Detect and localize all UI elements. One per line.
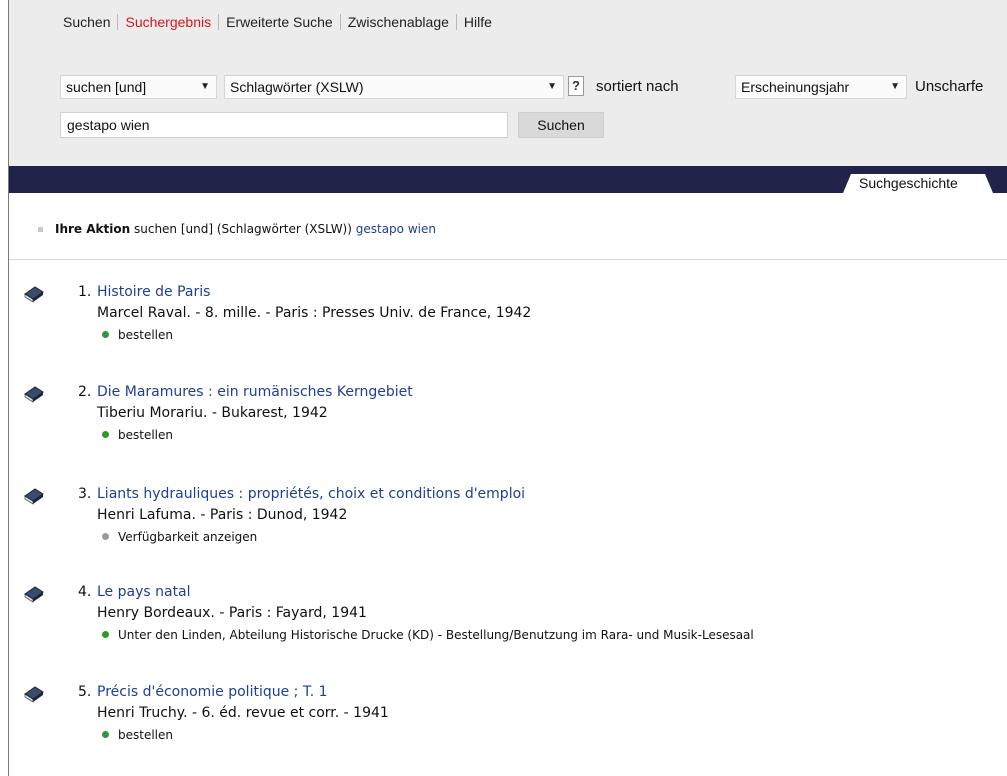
result-number: 1. — [78, 284, 92, 300]
result-title-link[interactable]: Histoire de Paris — [97, 284, 210, 300]
result-title-link[interactable]: Le pays natal — [97, 584, 191, 600]
search-button[interactable]: Suchen — [518, 112, 604, 138]
fuzzy-label: Unscharfe — [915, 78, 984, 95]
tab-suchen[interactable]: Suchen — [56, 14, 117, 30]
result-status-text: bestellen — [118, 728, 173, 742]
result-status-text: bestellen — [118, 428, 173, 442]
action-summary: Ihre Aktion suchen [und] (Schlagwörter (… — [38, 222, 436, 236]
result-status-link[interactable]: bestellen — [97, 428, 173, 442]
bullet-icon — [38, 227, 43, 232]
status-dot-icon — [102, 533, 109, 540]
status-dot-icon — [102, 331, 109, 338]
status-dot-icon — [102, 431, 109, 438]
action-query-link[interactable]: gestapo wien — [356, 222, 436, 236]
action-label: Ihre Aktion — [55, 222, 131, 236]
result-status-link[interactable]: bestellen — [97, 328, 173, 342]
status-dot-icon — [102, 731, 109, 738]
tab-suchgeschichte[interactable]: Suchgeschichte — [843, 174, 993, 193]
result-number: 3. — [78, 486, 92, 502]
result-meta: Henry Bordeaux. - Paris : Fayard, 1941 — [97, 605, 367, 621]
action-text: suchen [und] (Schlagwörter (XSLW)) — [133, 222, 352, 236]
result-meta: Marcel Raval. - 8. mille. - Paris : Pres… — [97, 305, 532, 321]
result-meta: Tiberiu Morariu. - Bukarest, 1942 — [97, 405, 328, 421]
book-icon — [24, 586, 44, 603]
book-icon — [24, 386, 44, 403]
result-status-link[interactable]: Unter den Linden, Abteilung Historische … — [97, 628, 754, 642]
operator-select[interactable]: suchen [und] ▼ — [60, 75, 217, 99]
book-icon — [24, 286, 44, 303]
dropdown-arrow-icon: ▼ — [890, 81, 900, 92]
result-number: 2. — [78, 384, 92, 400]
result-status-text: Unter den Linden, Abteilung Historische … — [118, 628, 754, 642]
result-meta: Henri Truchy. - 6. éd. revue et corr. - … — [97, 705, 389, 721]
tab-zwischenablage[interactable]: Zwischenablage — [341, 14, 456, 30]
operator-select-value: suchen [und] — [66, 79, 147, 95]
result-number: 5. — [78, 684, 92, 700]
field-select-value: Schlagwörter (XSLW) — [230, 79, 364, 95]
main-tabs: Suchen Suchergebnis Erweiterte Suche Zwi… — [56, 8, 499, 36]
status-dot-icon — [102, 631, 109, 638]
tab-erweiterte-suche[interactable]: Erweiterte Suche — [219, 14, 340, 30]
dropdown-arrow-icon: ▼ — [547, 81, 557, 92]
book-icon — [24, 686, 44, 703]
field-select[interactable]: Schlagwörter (XSLW) ▼ — [224, 75, 564, 99]
result-meta: Henri Lafuma. - Paris : Dunod, 1942 — [97, 507, 348, 523]
result-status-text: bestellen — [118, 328, 173, 342]
sort-select[interactable]: Erscheinungsjahr ▼ — [735, 75, 907, 99]
result-status-link[interactable]: bestellen — [97, 728, 173, 742]
book-icon — [24, 488, 44, 505]
sort-select-value: Erscheinungsjahr — [741, 79, 850, 95]
result-number: 4. — [78, 584, 92, 600]
divider — [9, 259, 1007, 260]
tab-suchergebnis[interactable]: Suchergebnis — [118, 14, 218, 30]
result-title-link[interactable]: Précis d'économie politique ; T. 1 — [97, 684, 328, 700]
sort-label: sortiert nach — [596, 78, 679, 95]
tab-hilfe[interactable]: Hilfe — [457, 14, 499, 30]
result-status-text: Verfügbarkeit anzeigen — [118, 530, 258, 544]
result-title-link[interactable]: Liants hydrauliques : propriétés, choix … — [97, 486, 525, 502]
result-status-link[interactable]: Verfügbarkeit anzeigen — [97, 530, 257, 544]
dropdown-arrow-icon: ▼ — [200, 81, 210, 92]
help-button[interactable]: ? — [568, 76, 584, 96]
result-title-link[interactable]: Die Maramures : ein rumänisches Kerngebi… — [97, 384, 413, 400]
history-tab-label: Suchgeschichte — [859, 175, 958, 191]
search-input[interactable] — [60, 112, 508, 138]
